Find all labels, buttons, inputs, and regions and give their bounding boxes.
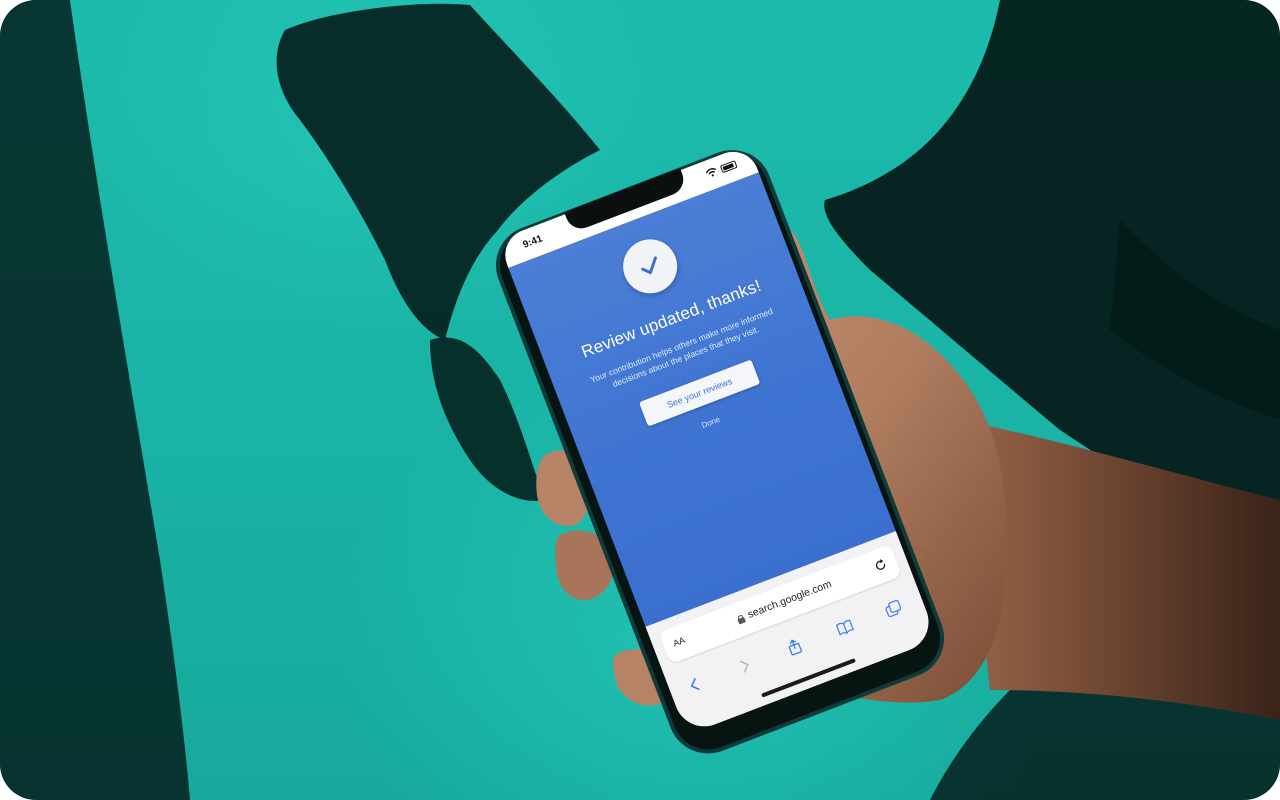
photo: 9:41 Review updated, thanks! Your contri… <box>0 0 1280 800</box>
reload-icon[interactable] <box>872 557 889 574</box>
battery-icon <box>719 159 738 173</box>
status-time: 9:41 <box>521 233 545 251</box>
url-text: search.google.com <box>746 578 834 621</box>
wifi-icon <box>705 168 717 177</box>
back-icon[interactable] <box>685 674 706 695</box>
tabs-icon[interactable] <box>883 599 904 620</box>
bookmarks-icon[interactable] <box>835 617 856 638</box>
share-icon[interactable] <box>784 636 805 657</box>
check-icon <box>641 256 657 275</box>
success-badge <box>615 231 685 302</box>
done-button[interactable]: Done <box>681 406 742 440</box>
text-size-button[interactable]: AA <box>672 635 687 649</box>
lock-icon <box>737 615 746 625</box>
forward-icon[interactable] <box>734 656 755 677</box>
status-icons <box>705 159 738 179</box>
